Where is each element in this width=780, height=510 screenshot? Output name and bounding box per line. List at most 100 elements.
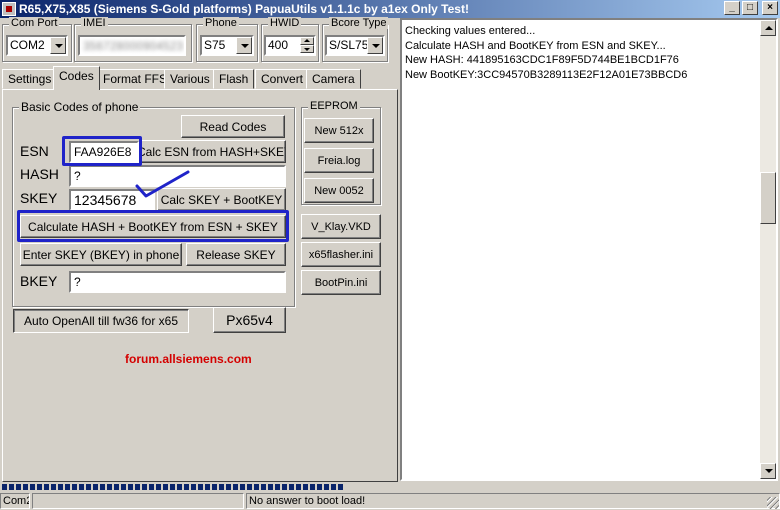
progress-block — [142, 484, 147, 490]
read-codes-button[interactable]: Read Codes — [181, 115, 285, 138]
freia-log-button[interactable]: Freia.log — [304, 148, 374, 173]
chevron-down-icon[interactable] — [236, 37, 252, 54]
scroll-up-icon[interactable] — [760, 20, 776, 36]
progress-block — [212, 484, 217, 490]
progress-block — [170, 484, 175, 490]
phone-value: S75 — [204, 38, 226, 52]
imei-group: IMEI 356728000904523 — [74, 17, 192, 62]
log-scrollbar[interactable] — [760, 20, 776, 479]
bcore-select[interactable]: S/SL75 — [325, 35, 385, 56]
bkey-label: BKEY — [20, 273, 58, 289]
imei-field[interactable]: 356728000904523 — [78, 35, 186, 56]
esn-label: ESN — [20, 143, 49, 159]
imei-value: 356728000904523 — [83, 39, 184, 53]
progress-block — [114, 484, 119, 490]
progress-block — [289, 484, 294, 490]
progress-block — [177, 484, 182, 490]
hwid-spinner[interactable]: 400 — [264, 35, 316, 56]
release-skey-button[interactable]: Release SKEY — [186, 243, 286, 266]
x65flasher-ini-button[interactable]: x65flasher.ini — [301, 242, 381, 267]
tab-camera[interactable]: Camera — [306, 69, 361, 89]
auto-openall-button[interactable]: Auto OpenAll till fw36 for x65 — [13, 309, 189, 333]
progress-block — [30, 484, 35, 490]
progress-block — [268, 484, 273, 490]
resize-grip-icon[interactable] — [767, 497, 779, 509]
close-button[interactable]: × — [762, 1, 778, 15]
progress-block — [338, 484, 343, 490]
chevron-down-icon[interactable] — [367, 37, 383, 54]
progress-block — [247, 484, 252, 490]
status-middle — [32, 493, 244, 509]
tab-various[interactable]: Various — [164, 69, 216, 89]
minimize-button[interactable]: _ — [724, 1, 740, 15]
log-memo[interactable]: Checking values entered... Calculate HAS… — [400, 18, 778, 481]
com-port-value: COM2 — [10, 38, 45, 52]
hwid-label: HWID — [268, 17, 302, 29]
status-bar: Com2 No answer to boot load! — [0, 492, 780, 510]
progress-block — [254, 484, 259, 490]
bcore-label: Bcore Type — [329, 17, 389, 29]
calc-esn-button[interactable]: Calc ESN from HASH+SKEY — [140, 140, 286, 163]
tab-flash[interactable]: Flash — [213, 69, 255, 89]
window-title: R65,X75,X85 (Siemens S-Gold platforms) P… — [19, 2, 469, 16]
progress-block — [240, 484, 245, 490]
progress-block — [72, 484, 77, 490]
bootpin-ini-button[interactable]: BootPin.ini — [301, 270, 381, 295]
tab-settings[interactable]: Settings — [2, 69, 58, 89]
calc-esn-label: Calc ESN from HASH+SKEY — [140, 144, 286, 159]
new-512x-button[interactable]: New 512x — [304, 118, 374, 143]
bkey-field[interactable]: ? — [69, 271, 286, 293]
progress-block — [135, 484, 140, 490]
progress-block — [44, 484, 49, 490]
v-klay-vkd-button[interactable]: V_Klay.VKD — [301, 214, 381, 239]
progress-block — [296, 484, 301, 490]
hash-label: HASH — [20, 166, 59, 182]
calculate-hash-button[interactable]: Calculate HASH + BootKEY from ESN + SKEY — [20, 215, 286, 238]
progress-bar — [2, 484, 348, 490]
maximize-button[interactable]: □ — [742, 1, 758, 15]
progress-block — [128, 484, 133, 490]
title-bar[interactable]: R65,X75,X85 (Siemens S-Gold platforms) P… — [0, 0, 780, 18]
bcore-group: Bcore Type S/SL75 — [322, 17, 389, 62]
app-icon[interactable] — [2, 2, 16, 16]
progress-block — [107, 484, 112, 490]
progress-block — [121, 484, 126, 490]
forum-link[interactable]: forum.allsiemens.com — [125, 352, 252, 366]
hwid-value: 400 — [268, 38, 289, 52]
imei-label: IMEI — [81, 17, 108, 29]
phone-select[interactable]: S75 — [200, 35, 254, 56]
progress-block — [219, 484, 224, 490]
progress-block — [9, 484, 14, 490]
log-line: Checking values entered... — [405, 25, 536, 37]
phone-group: Phone S75 — [196, 17, 258, 62]
check-mark-icon — [135, 170, 190, 198]
progress-block — [156, 484, 161, 490]
esn-field[interactable]: FAA926E8 — [69, 141, 139, 163]
spin-down-icon[interactable] — [300, 45, 314, 53]
enter-skey-button[interactable]: Enter SKEY (BKEY) in phone — [20, 243, 182, 266]
tab-codes[interactable]: Codes — [53, 66, 100, 90]
com-port-group: Com Port COM2 — [2, 17, 72, 62]
progress-block — [303, 484, 308, 490]
spin-up-icon[interactable] — [300, 37, 314, 45]
basic-codes-label: Basic Codes of phone — [19, 100, 141, 114]
progress-block — [198, 484, 203, 490]
progress-block — [86, 484, 91, 490]
log-line: New BootKEY:3CC94570B3289113E2F12A01E73B… — [405, 68, 688, 81]
com-port-label: Com Port — [9, 17, 60, 29]
new-0052-button[interactable]: New 0052 — [304, 178, 374, 203]
progress-block — [331, 484, 336, 490]
tab-format-ffs[interactable]: Format FFS — [97, 69, 174, 89]
bcore-value: S/SL75 — [329, 38, 369, 52]
progress-block — [310, 484, 315, 490]
scroll-down-icon[interactable] — [760, 463, 776, 479]
chevron-down-icon[interactable] — [50, 37, 66, 54]
scroll-thumb[interactable] — [760, 172, 776, 224]
codes-panel: Basic Codes of phone Read Codes ESN FAA9… — [2, 89, 398, 482]
status-port: Com2 — [0, 493, 30, 509]
com-port-select[interactable]: COM2 — [6, 35, 68, 56]
px65v4-button[interactable]: Px65v4 — [213, 307, 286, 333]
tab-convert[interactable]: Convert — [255, 69, 310, 89]
phone-label: Phone — [203, 17, 239, 29]
progress-block — [79, 484, 84, 490]
